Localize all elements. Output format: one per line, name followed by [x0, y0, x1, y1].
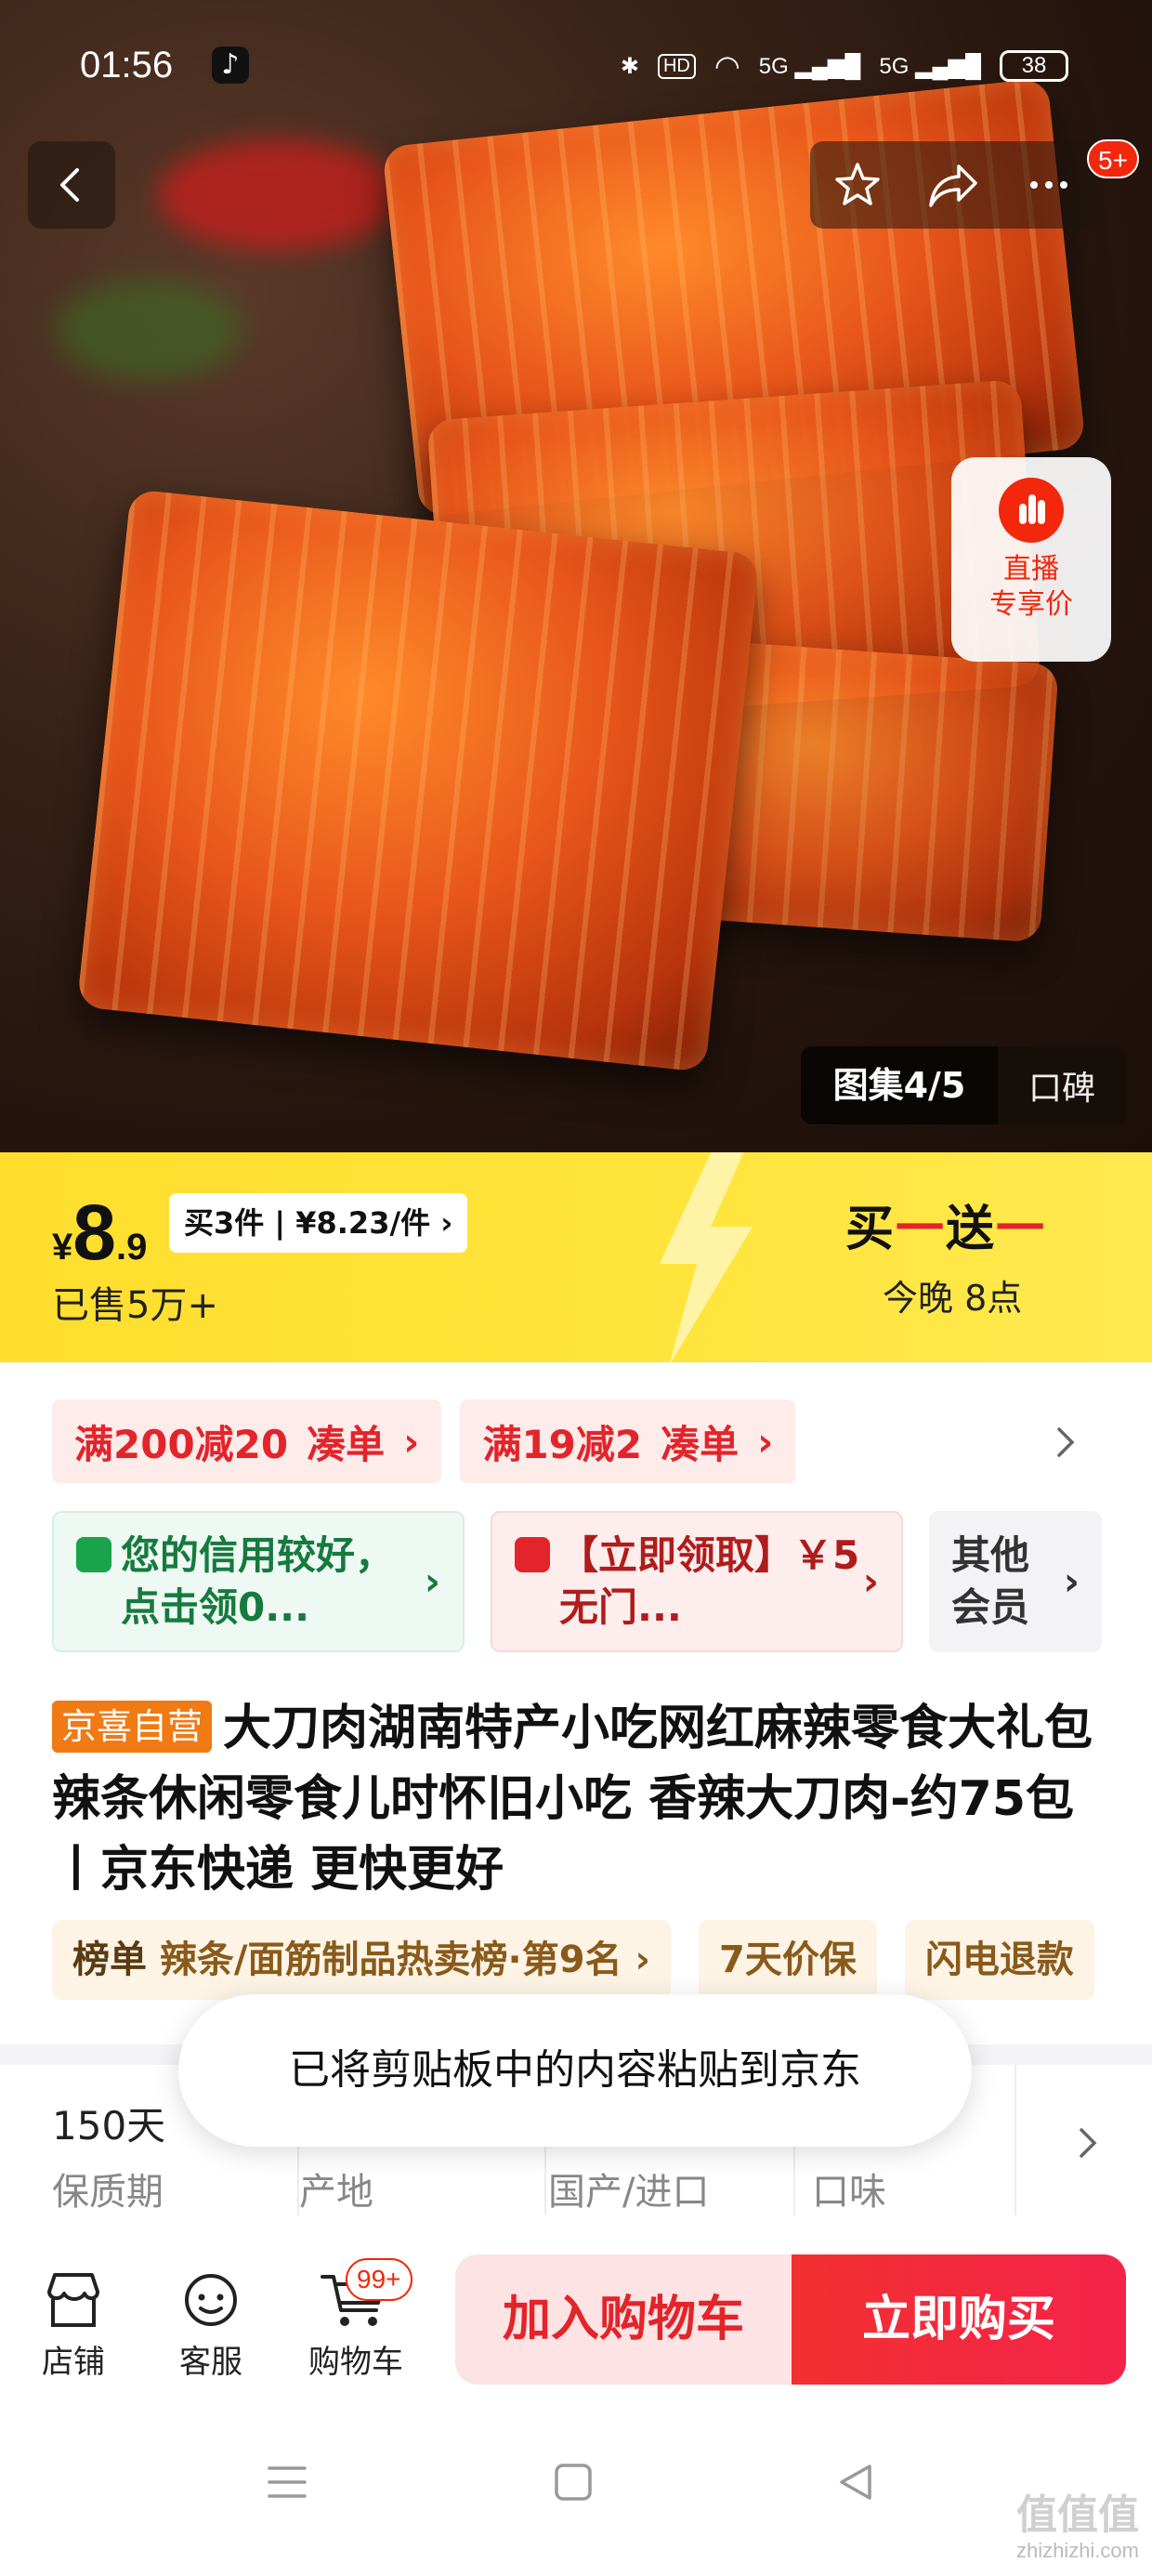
coupon-more-icon[interactable]: [1052, 1424, 1080, 1461]
coupon-amount: 满19减2: [482, 1421, 643, 1467]
star-icon[interactable]: [831, 159, 884, 211]
coupon-benefit[interactable]: 【立即领取】￥5 无门... ›: [491, 1511, 903, 1652]
snack-piece-front: [76, 488, 760, 1073]
service-button[interactable]: 客服: [151, 2264, 271, 2382]
cart-count-badge: 99+: [346, 2258, 412, 2301]
live-card-text: 直播 专享价: [951, 552, 1111, 623]
background-herb: [56, 279, 242, 381]
hd-indicator: HD: [657, 53, 696, 79]
notification-badge: 5+: [1087, 139, 1139, 178]
price-protect-badge[interactable]: 7天价保: [699, 1920, 877, 2000]
rank-text: 辣条/面筋制品热卖榜·第9名: [159, 1939, 622, 1981]
coupon-19-2[interactable]: 满19减2 凑单 ›: [460, 1400, 796, 1483]
back-button[interactable]: [28, 141, 115, 229]
live-icon: [999, 478, 1064, 543]
service-label: 客服: [179, 2344, 242, 2381]
price-currency: ¥: [52, 1227, 73, 1268]
gallery-indicator[interactable]: 图集4/5 口碑: [801, 1046, 1126, 1124]
live-card-line2: 专享价: [989, 588, 1073, 621]
rank-label: 榜单: [72, 1939, 147, 1981]
add-to-cart-button[interactable]: 加入购物车: [455, 2254, 792, 2385]
watermark-url: zhizhizhi.com: [1015, 2539, 1139, 2562]
buy-one-get-one: 买一送一: [845, 1202, 1047, 1257]
credit-benefit[interactable]: 您的信用较好，点击领0... ›: [52, 1511, 465, 1652]
clipboard-toast: 已将剪贴板中的内容粘贴到京东: [178, 1994, 972, 2147]
wifi-icon: ◠: [713, 49, 740, 83]
spec-label: 国产/进口: [548, 2171, 710, 2214]
background-chili: [158, 139, 399, 251]
product-page: 01:56 ♪ ✱ HD ◠ 5G ▂▄▆█ 5G ▂▄▆█ 38 5+ 直播 …: [0, 0, 1152, 2576]
watermark-logo: 值值值: [1016, 2492, 1139, 2538]
spec-more-icon[interactable]: [1074, 2124, 1102, 2162]
coupon-icon: [515, 1537, 550, 1572]
buy-now-button[interactable]: 立即购买: [792, 2254, 1126, 2385]
customer-service-icon: [185, 2274, 237, 2326]
share-icon[interactable]: [925, 159, 981, 211]
live-card-line1: 直播: [1003, 553, 1059, 585]
price-decimal: .9: [115, 1227, 148, 1268]
site-watermark: 值值值 zhizhizhi.com: [1016, 2492, 1139, 2563]
spec-value: 150天: [52, 2103, 166, 2149]
signal-5g-2: 5G ▂▄▆█: [879, 53, 981, 79]
more-icon[interactable]: [1023, 159, 1075, 211]
chevron-right-icon: ›: [440, 1205, 453, 1241]
chevron-right-icon: ›: [424, 1558, 440, 1604]
store-label: 店铺: [42, 2344, 105, 2381]
status-bar: 01:56 ♪ ✱ HD ◠ 5G ▂▄▆█ 5G ▂▄▆█ 38: [0, 0, 1152, 139]
store-button[interactable]: 店铺: [13, 2264, 134, 2382]
menu-icon[interactable]: [266, 2461, 308, 2504]
coupon-row: 满200减20 凑单 › 满19减2 凑单 ›: [52, 1400, 796, 1483]
current-price: ¥8.9: [52, 1188, 147, 1278]
coupon-200-20[interactable]: 满200减20 凑单 ›: [52, 1400, 442, 1483]
sold-count: 已售5万+: [52, 1284, 218, 1327]
bulk-price-tag[interactable]: 买3件 | ¥8.23/件 ›: [169, 1193, 468, 1253]
home-icon[interactable]: [552, 2461, 595, 2504]
battery-indicator: 38: [1000, 50, 1068, 82]
credit-benefit-text: 您的信用较好，点击领0...: [121, 1532, 395, 1630]
spec-label: 保质期: [52, 2171, 164, 2214]
back-nav-icon[interactable]: [834, 2461, 877, 2504]
rank-row: 榜单 辣条/面筋制品热卖榜·第9名 › 7天价保 闪电退款: [52, 1920, 1094, 2000]
shopping-bag-icon: [76, 1537, 111, 1572]
chevron-right-icon: ›: [403, 1418, 420, 1465]
bluetooth-icon: ✱: [620, 53, 639, 79]
gallery-count[interactable]: 图集4/5: [801, 1046, 998, 1124]
price-banner: ¥8.9 买3件 | ¥8.23/件 › 已售5万+ 买一送一 今晚 8点: [0, 1152, 1152, 1362]
benefit-row: 您的信用较好，点击领0... › 【立即领取】￥5 无门... › 其他会员 ›: [52, 1511, 1102, 1652]
member-benefit[interactable]: 其他会员 ›: [929, 1511, 1102, 1652]
bulk-price-text: 买3件 | ¥8.23/件: [184, 1205, 431, 1241]
live-price-card[interactable]: 直播 专享价: [951, 457, 1111, 662]
self-operated-tag: 京喜自营: [52, 1701, 213, 1753]
ranking-badge[interactable]: 榜单 辣条/面筋制品热卖榜·第9名 ›: [52, 1920, 671, 2000]
store-icon: [47, 2273, 99, 2327]
signal-5g-1: 5G ▂▄▆█: [758, 53, 861, 79]
coupon-action: 凑单: [661, 1421, 740, 1467]
promo-time: 今晚 8点: [883, 1278, 1023, 1319]
product-title: 京喜自营 大刀肉湖南特产小吃网红麻辣零食大礼包辣条休闲零食儿时怀旧小吃 香辣大刀肉…: [52, 1693, 1102, 1905]
tiktok-icon: ♪: [212, 46, 249, 84]
lightning-icon: [660, 1152, 753, 1362]
cart-label: 购物车: [308, 2344, 403, 2381]
chevron-right-icon: ›: [757, 1418, 774, 1465]
status-time: 01:56: [80, 45, 174, 85]
coupon-action: 凑单: [307, 1421, 386, 1467]
fast-refund-badge[interactable]: 闪电退款: [904, 1920, 1094, 2000]
top-action-bar: [810, 141, 1096, 229]
system-navigation: 值值值 zhizhizhi.com: [0, 2401, 1152, 2576]
chevron-right-icon: ›: [862, 1558, 879, 1604]
chevron-left-icon: [60, 168, 79, 202]
chevron-right-icon: ›: [1063, 1558, 1080, 1604]
spec-label: 口味: [812, 2171, 886, 2214]
status-icons: ✱ HD ◠ 5G ▂▄▆█ 5G ▂▄▆█ 38: [621, 48, 1068, 84]
coupon-benefit-text: 【立即领取】￥5 无门...: [559, 1532, 860, 1630]
price-integer: 8: [72, 1189, 116, 1276]
bottom-action-bar: 店铺 客服 购物车 99+ 加入购物车 立即购买: [0, 2215, 1152, 2401]
reviews-tab[interactable]: 口碑: [998, 1061, 1126, 1110]
spec-label: 产地: [299, 2171, 373, 2214]
coupon-amount: 满200减20: [74, 1421, 289, 1467]
member-benefit-text: 其他会员: [951, 1532, 1030, 1630]
